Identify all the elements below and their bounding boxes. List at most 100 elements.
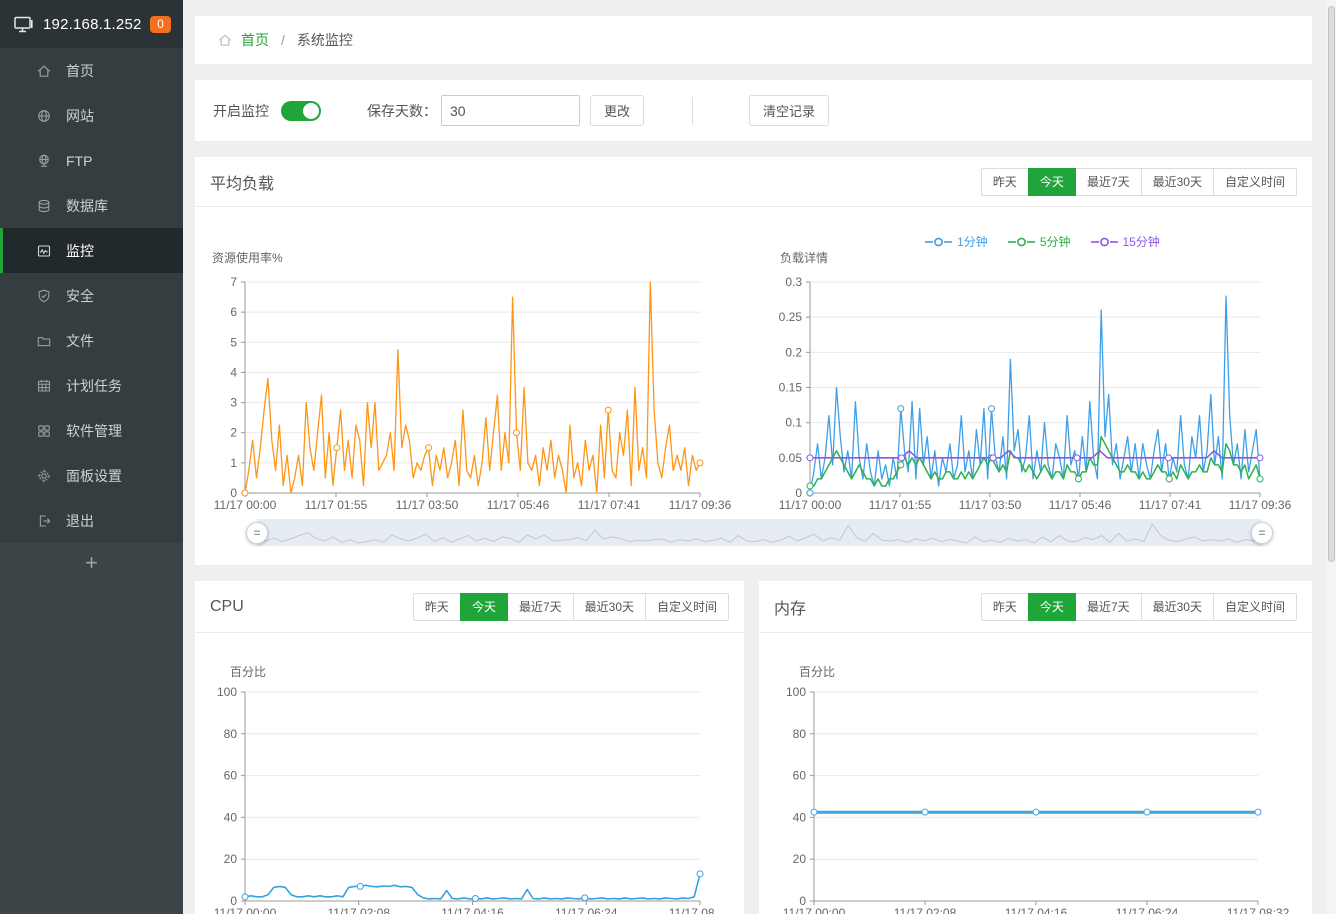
datazoom-slider[interactable]: = = xyxy=(257,519,1262,546)
cpu-range-30days[interactable]: 最近30天 xyxy=(573,593,646,621)
svg-text:0.25: 0.25 xyxy=(779,310,803,324)
datazoom-left-handle[interactable]: = xyxy=(246,522,268,544)
svg-text:2: 2 xyxy=(230,426,237,440)
svg-text:60: 60 xyxy=(224,769,238,783)
svg-text:11/17 03:50: 11/17 03:50 xyxy=(396,498,459,512)
page-scrollbar[interactable] xyxy=(1327,0,1336,914)
svg-text:11/17 01:55: 11/17 01:55 xyxy=(869,498,932,512)
globe-icon xyxy=(36,108,52,124)
svg-text:100: 100 xyxy=(786,685,806,699)
svg-text:11/17 00:00: 11/17 00:00 xyxy=(779,498,842,512)
sidebar: 192.168.1.252 0 首页 网站 FTP 数据库 xyxy=(0,0,183,914)
svg-text:负载详情: 负载详情 xyxy=(780,250,828,265)
ftp-icon xyxy=(36,153,52,169)
load-range-yesterday[interactable]: 昨天 xyxy=(981,168,1029,196)
cpu-range-custom[interactable]: 自定义时间 xyxy=(645,593,729,621)
svg-text:0.1: 0.1 xyxy=(785,416,802,430)
svg-text:11/17 04:16: 11/17 04:16 xyxy=(441,906,504,914)
sidebar-menu: 首页 网站 FTP 数据库 监控 xyxy=(0,48,183,543)
calendar-icon xyxy=(36,378,52,394)
memory-range-7days[interactable]: 最近7天 xyxy=(1075,593,1142,621)
svg-text:0.2: 0.2 xyxy=(785,345,802,359)
logout-icon xyxy=(36,513,52,529)
add-shortcut-button[interactable]: + xyxy=(0,543,183,587)
monitor-chart-icon xyxy=(36,243,52,259)
database-icon xyxy=(36,198,52,214)
monitor-toggle-label: 开启监控 xyxy=(213,101,269,121)
svg-text:80: 80 xyxy=(224,727,238,741)
monitor-toggle[interactable] xyxy=(281,101,321,121)
svg-text:80: 80 xyxy=(793,727,807,741)
main-content: 首页 / 系统监控 开启监控 保存天数： 更改 清空记录 平均负载 昨天 今天 … xyxy=(183,0,1328,914)
load-range-30days[interactable]: 最近30天 xyxy=(1141,168,1214,196)
load-range-custom[interactable]: 自定义时间 xyxy=(1213,168,1297,196)
sidebar-item-settings[interactable]: 面板设置 xyxy=(0,453,183,498)
svg-text:60: 60 xyxy=(793,769,807,783)
sidebar-item-monitor[interactable]: 监控 xyxy=(0,228,183,273)
sidebar-item-security[interactable]: 安全 xyxy=(0,273,183,318)
svg-text:7: 7 xyxy=(230,275,237,289)
server-info[interactable]: 192.168.1.252 0 xyxy=(0,0,183,48)
load-detail-chart: 负载详情00.050.10.150.20.250.311/17 00:0011/… xyxy=(775,242,1310,512)
svg-text:11/17 01:55: 11/17 01:55 xyxy=(305,498,368,512)
monitor-controls: 开启监控 保存天数： 更改 清空记录 xyxy=(195,80,1312,141)
sidebar-item-website[interactable]: 网站 xyxy=(0,93,183,138)
svg-text:11/17 07:41: 11/17 07:41 xyxy=(1139,498,1202,512)
svg-text:40: 40 xyxy=(793,810,807,824)
sidebar-item-home[interactable]: 首页 xyxy=(0,48,183,93)
toggle-knob xyxy=(303,103,319,119)
svg-text:6: 6 xyxy=(230,305,237,319)
svg-text:11/17 09:36: 11/17 09:36 xyxy=(1229,498,1292,512)
folder-icon xyxy=(36,333,52,349)
server-monitor-icon xyxy=(14,16,34,33)
svg-text:4: 4 xyxy=(230,365,237,379)
svg-text:11/17 08:32: 11/17 08:32 xyxy=(1227,906,1290,914)
svg-text:0.3: 0.3 xyxy=(785,275,802,289)
svg-text:11/17 06:24: 11/17 06:24 xyxy=(555,906,618,914)
cpu-range-today[interactable]: 今天 xyxy=(460,593,508,621)
save-days-input[interactable] xyxy=(441,95,580,126)
cpu-range-group: 昨天 今天 最近7天 最近30天 自定义时间 xyxy=(413,593,729,621)
load-section-title: 平均负载 xyxy=(210,170,274,194)
sidebar-item-database[interactable]: 数据库 xyxy=(0,183,183,228)
breadcrumb-current: 系统监控 xyxy=(297,30,353,50)
svg-text:0.15: 0.15 xyxy=(779,381,803,395)
change-button[interactable]: 更改 xyxy=(590,95,644,126)
memory-range-30days[interactable]: 最近30天 xyxy=(1141,593,1214,621)
svg-text:1: 1 xyxy=(230,456,237,470)
message-count-badge[interactable]: 0 xyxy=(150,16,171,33)
datazoom-sparkline xyxy=(257,519,1262,546)
svg-text:11/17 00:00: 11/17 00:00 xyxy=(783,906,846,914)
breadcrumb: 首页 / 系统监控 xyxy=(195,16,1312,64)
load-range-today[interactable]: 今天 xyxy=(1028,168,1076,196)
home-icon xyxy=(217,32,233,48)
sidebar-item-ftp[interactable]: FTP xyxy=(0,138,183,183)
breadcrumb-separator: / xyxy=(281,32,285,48)
sidebar-item-software[interactable]: 软件管理 xyxy=(0,408,183,453)
svg-text:20: 20 xyxy=(793,852,807,866)
sidebar-item-logout[interactable]: 退出 xyxy=(0,498,183,543)
svg-text:11/17 00:00: 11/17 00:00 xyxy=(214,498,277,512)
svg-text:11/17 02:08: 11/17 02:08 xyxy=(327,906,390,914)
scrollbar-thumb[interactable] xyxy=(1328,6,1335,562)
load-range-7days[interactable]: 最近7天 xyxy=(1075,168,1142,196)
svg-text:11/17 05:46: 11/17 05:46 xyxy=(487,498,550,512)
cpu-range-yesterday[interactable]: 昨天 xyxy=(413,593,461,621)
memory-range-today[interactable]: 今天 xyxy=(1028,593,1076,621)
svg-text:11/17 00:00: 11/17 00:00 xyxy=(214,906,277,914)
clear-records-button[interactable]: 清空记录 xyxy=(749,95,829,126)
sidebar-item-cron[interactable]: 计划任务 xyxy=(0,363,183,408)
home-icon xyxy=(36,63,52,79)
cpu-chart: 百分比02040608010011/17 00:0011/17 02:0811/… xyxy=(210,650,715,914)
datazoom-right-handle[interactable]: = xyxy=(1251,522,1273,544)
divider xyxy=(692,97,693,125)
memory-range-group: 昨天 今天 最近7天 最近30天 自定义时间 xyxy=(981,593,1297,621)
cpu-range-7days[interactable]: 最近7天 xyxy=(507,593,574,621)
memory-range-custom[interactable]: 自定义时间 xyxy=(1213,593,1297,621)
svg-text:11/17 08:32: 11/17 08:32 xyxy=(669,906,715,914)
svg-text:0.05: 0.05 xyxy=(779,451,803,465)
breadcrumb-home-link[interactable]: 首页 xyxy=(241,30,269,50)
memory-range-yesterday[interactable]: 昨天 xyxy=(981,593,1029,621)
sidebar-item-files[interactable]: 文件 xyxy=(0,318,183,363)
svg-text:20: 20 xyxy=(224,852,238,866)
